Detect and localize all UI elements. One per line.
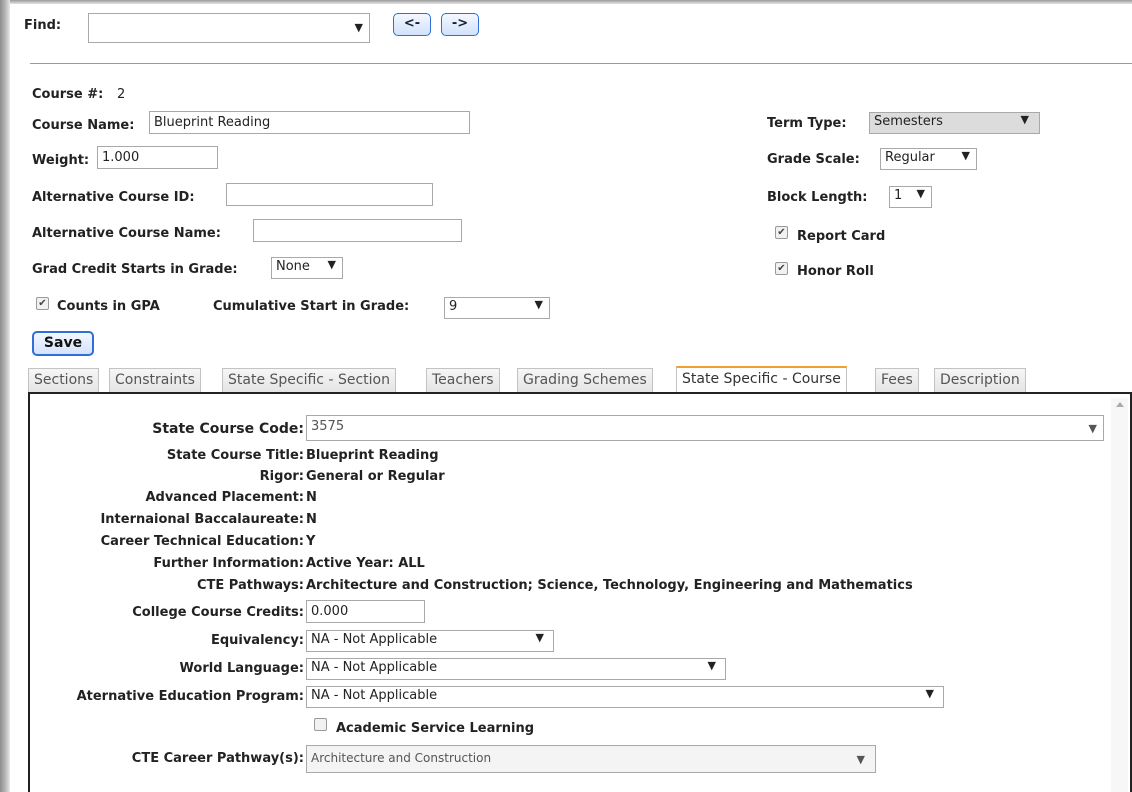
chevron-down-icon: ▼	[534, 298, 543, 311]
check-icon: ✔	[777, 263, 786, 274]
course-name-input[interactable]	[149, 111, 470, 134]
tab-teachers[interactable]: Teachers	[426, 368, 500, 392]
rigor-value: General or Regular	[306, 469, 445, 484]
chevron-down-icon: ▼	[707, 659, 716, 672]
term-type-value: Semesters	[874, 114, 943, 129]
tab-state-specific-course[interactable]: State Specific - Course	[676, 366, 847, 392]
cte-career-pathway-value: Architecture and Construction	[311, 751, 492, 765]
state-course-title-value: Blueprint Reading	[306, 448, 439, 463]
college-credits-input[interactable]	[306, 600, 425, 623]
chevron-down-icon: ▼	[535, 631, 544, 644]
alt-course-name-label: Alternative Course Name:	[32, 226, 221, 241]
service-learning-checkbox[interactable]	[314, 718, 327, 731]
tab-state-specific-section[interactable]: State Specific - Section	[222, 368, 396, 392]
course-number-label: Course #:	[32, 87, 104, 102]
window-frame-top	[0, 0, 1132, 4]
alt-course-id-input[interactable]	[226, 183, 433, 206]
cte-pathways-label: CTE Pathways:	[196, 578, 304, 593]
state-course-title-label: State Course Title:	[166, 448, 304, 463]
save-button[interactable]: Save	[32, 331, 94, 356]
alt-course-id-label: Alternative Course ID:	[32, 190, 195, 205]
world-language-value: NA - Not Applicable	[311, 660, 438, 675]
header-divider	[30, 63, 1132, 64]
weight-label: Weight:	[32, 153, 90, 168]
block-length-value: 1	[894, 188, 903, 203]
check-icon: ✔	[777, 227, 786, 238]
counts-gpa-checkbox[interactable]: ✔	[36, 297, 49, 310]
weight-input[interactable]	[97, 146, 218, 169]
alt-education-select[interactable]: NA - Not Applicable ▼	[306, 686, 944, 708]
grade-scale-value: Regular	[885, 150, 935, 165]
honor-roll-label: Honor Roll	[797, 264, 874, 279]
counts-gpa-label: Counts in GPA	[57, 299, 160, 314]
find-label: Find:	[24, 18, 62, 33]
equivalency-value: NA - Not Applicable	[311, 632, 438, 647]
chevron-down-icon: ▼	[354, 21, 363, 34]
block-length-label: Block Length:	[767, 190, 868, 205]
chevron-down-icon: ▼	[925, 687, 934, 700]
advanced-placement-label: Advanced Placement:	[145, 490, 304, 505]
chevron-down-icon: ▼	[856, 753, 865, 766]
cumulative-start-value: 9	[449, 299, 458, 314]
state-course-code-label: State Course Code:	[152, 421, 304, 437]
block-length-select[interactable]: 1 ▼	[889, 186, 932, 208]
chevron-down-icon: ▼	[1088, 422, 1097, 435]
cte-career-pathway-label: CTE Career Pathway(s):	[131, 751, 304, 766]
state-course-code-value: 3575	[311, 419, 345, 434]
equivalency-label: Equivalency:	[210, 633, 304, 648]
grade-scale-select[interactable]: Regular ▼	[880, 148, 977, 170]
ib-label: Internaional Baccalaureate:	[100, 512, 304, 527]
advanced-placement-value: N	[306, 490, 317, 505]
chevron-down-icon: ▼	[1020, 113, 1029, 126]
grad-credit-label: Grad Credit Starts in Grade:	[32, 262, 238, 277]
tab-grading-schemes[interactable]: Grading Schemes	[517, 368, 653, 392]
cte-label: Career Technical Education:	[100, 534, 304, 549]
grade-scale-label: Grade Scale:	[767, 152, 860, 167]
college-credits-label: College Course Credits:	[132, 605, 304, 620]
course-name-label: Course Name:	[32, 118, 135, 133]
state-course-code-select[interactable]: 3575 ▼	[306, 415, 1104, 441]
service-learning-label: Academic Service Learning	[336, 721, 535, 736]
further-info-label: Further Information:	[153, 556, 304, 571]
cte-pathways-value: Architecture and Construction; Science, …	[306, 578, 913, 593]
cumulative-start-select[interactable]: 9 ▼	[444, 297, 550, 319]
previous-button[interactable]: <-	[393, 13, 431, 36]
grad-credit-value: None	[276, 259, 310, 274]
tab-fees[interactable]: Fees	[875, 368, 919, 392]
chevron-down-icon: ▼	[961, 149, 970, 162]
chevron-down-icon: ▼	[916, 187, 925, 200]
honor-roll-checkbox[interactable]: ✔	[775, 262, 788, 275]
report-card-label: Report Card	[797, 229, 886, 244]
alt-course-name-input[interactable]	[253, 219, 462, 242]
world-language-label: World Language:	[179, 661, 304, 676]
tab-constraints[interactable]: Constraints	[109, 368, 201, 392]
tab-description[interactable]: Description	[934, 368, 1026, 392]
cte-career-pathway-select[interactable]: Architecture and Construction ▼	[306, 745, 876, 773]
alt-education-label: Aternative Education Program:	[76, 689, 304, 704]
next-button[interactable]: ->	[441, 13, 479, 36]
rigor-label: Rigor:	[259, 469, 304, 484]
report-card-checkbox[interactable]: ✔	[775, 226, 788, 239]
world-language-select[interactable]: NA - Not Applicable ▼	[306, 658, 726, 680]
chevron-down-icon: ▼	[327, 258, 336, 271]
find-dropdown[interactable]: ▼	[88, 13, 370, 43]
check-icon: ✔	[38, 298, 47, 309]
further-info-value: Active Year: ALL	[306, 556, 425, 571]
scroll-up-icon[interactable]	[1116, 402, 1124, 407]
course-number-value: 2	[117, 87, 126, 102]
grad-credit-select[interactable]: None ▼	[271, 257, 343, 279]
cumulative-start-label: Cumulative Start in Grade:	[213, 299, 410, 314]
equivalency-select[interactable]: NA - Not Applicable ▼	[306, 630, 554, 652]
window-frame-left	[0, 0, 10, 792]
panel-scrollbar[interactable]	[1111, 398, 1128, 792]
cte-value: Y	[306, 534, 316, 549]
term-type-label: Term Type:	[767, 116, 847, 131]
ib-value: N	[306, 512, 317, 527]
alt-education-value: NA - Not Applicable	[311, 688, 438, 703]
tab-sections[interactable]: Sections	[28, 368, 100, 392]
term-type-select[interactable]: Semesters ▼	[869, 112, 1040, 134]
